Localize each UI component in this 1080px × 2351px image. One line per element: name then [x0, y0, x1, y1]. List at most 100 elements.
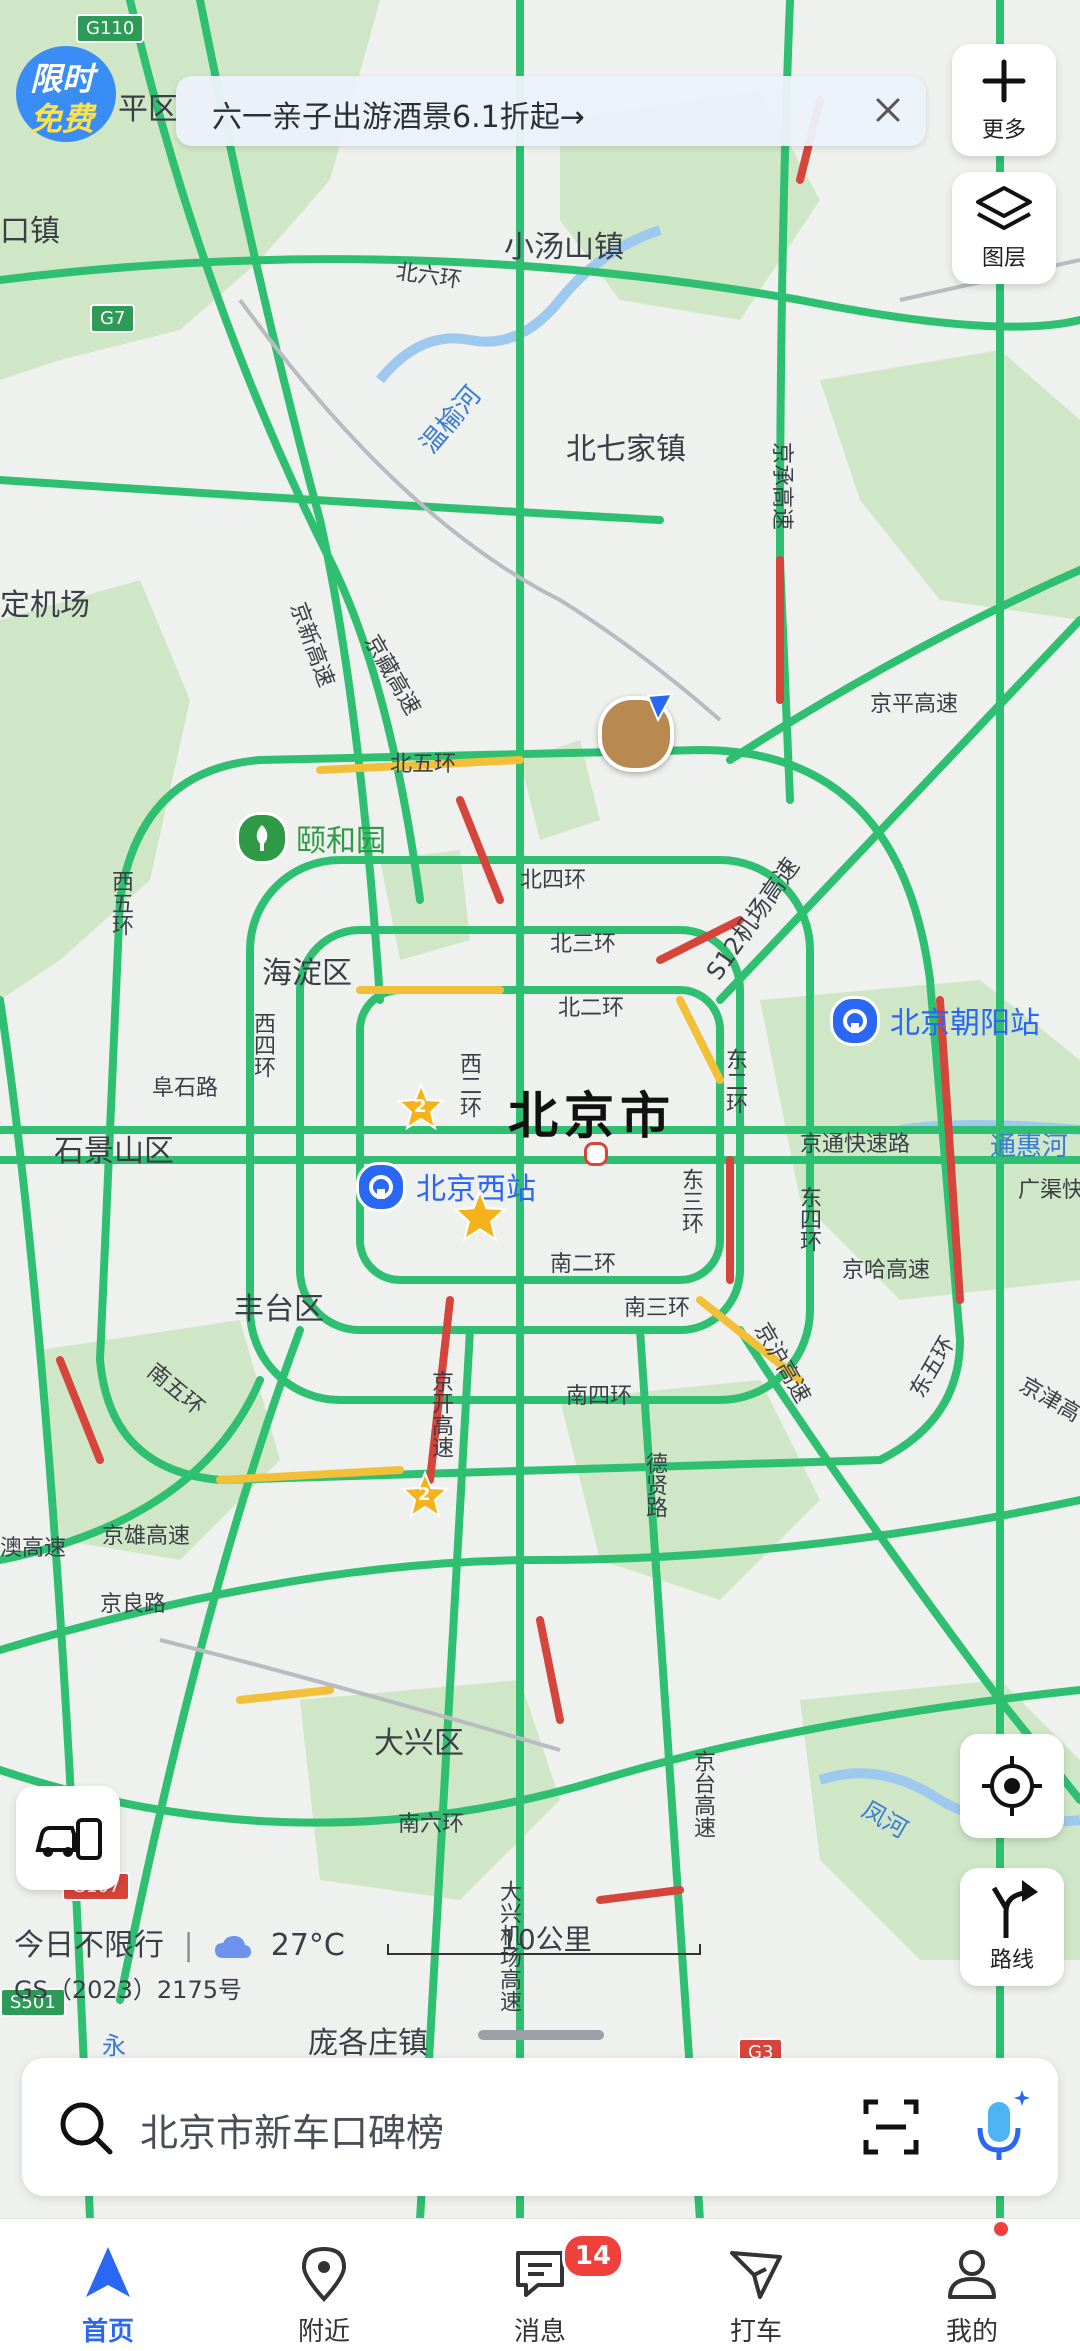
label-jingping: 京平高速	[870, 692, 959, 717]
more-label: 更多	[981, 118, 1026, 143]
label-dongsanhuan: 东三环	[678, 1168, 703, 1234]
layers-button[interactable]: 图层	[952, 172, 1056, 284]
xizhan-marker[interactable]	[356, 1162, 406, 1212]
tab-taxi-label: 打车	[729, 2317, 782, 2347]
tab-profile-label: 我的	[945, 2317, 998, 2347]
search-bar[interactable]: 北京市新车口碑榜	[22, 2058, 1058, 2196]
label-jingtai: 京台高速	[690, 1750, 715, 1838]
label-xisihuan: 西四环	[250, 1012, 275, 1078]
tab-nearby-label: 附近	[297, 2317, 350, 2347]
star-count: 2	[418, 1484, 431, 1505]
label-beisanhuan: 北三环	[550, 932, 617, 957]
label-beijingshi: 北京市	[508, 1087, 676, 1145]
label-xiwuhuan: 西五环	[108, 870, 133, 936]
voice-mic-icon[interactable]	[966, 2086, 1036, 2166]
plus-icon	[982, 59, 1026, 103]
label-xiaotangshan: 小汤山镇	[504, 230, 624, 265]
label-jingxiong: 京雄高速	[102, 1524, 191, 1549]
temperature-text: 27°C	[270, 1928, 345, 1963]
search-icon	[60, 2102, 113, 2155]
layers-label: 图层	[981, 246, 1026, 271]
label-jingcheng: 京承高速	[769, 441, 795, 531]
label-panggezhuang: 庞各庄镇	[308, 2026, 428, 2061]
label-beisihuan: 北四环	[520, 868, 587, 893]
label-fushilu: 阜石路	[152, 1076, 219, 1101]
city-center-marker	[584, 1142, 608, 1166]
chaoyang-station-marker[interactable]	[830, 996, 880, 1046]
tab-nearby[interactable]: 附近	[216, 2219, 432, 2351]
bottom-tab-bar: 首页 附近 消息 14 打车 我的	[0, 2218, 1080, 2351]
tab-home[interactable]: 首页	[0, 2219, 216, 2351]
label-guangqu: 广渠快	[1018, 1178, 1080, 1203]
label-jingha: 京哈高速	[842, 1258, 931, 1283]
car-phone-icon	[35, 1818, 102, 1860]
label-naneriuan: 南二环	[550, 1252, 617, 1277]
promo-badge[interactable]: 限时 免费	[14, 40, 118, 144]
star-marker-main[interactable]	[452, 1188, 508, 1244]
tab-messages-label: 消息	[513, 2317, 566, 2347]
label-beiqijia: 北七家镇	[566, 432, 686, 467]
label-nanliuhuan: 南六环	[398, 1812, 465, 1837]
star-marker-2[interactable]: 2	[400, 1470, 450, 1520]
star-count: 2	[414, 1096, 427, 1117]
star-icon	[452, 1188, 508, 1242]
user-icon	[948, 2250, 996, 2299]
label-dongsihuan: 东四环	[796, 1186, 821, 1252]
train-station-icon	[843, 1009, 867, 1033]
location-pin-icon	[301, 2246, 347, 2302]
banner-text: 六一亲子出游酒景6.1折起→	[212, 100, 585, 135]
yiheyuan-marker[interactable]	[236, 812, 288, 864]
status-line: 今日不限行 | 27°C	[14, 1920, 345, 1964]
label-shijingshan: 石景山区	[54, 1134, 174, 1169]
label-yiheyuan: 颐和园	[296, 824, 386, 859]
train-station-icon	[369, 1175, 393, 1199]
label-pingu: 平区	[118, 92, 178, 127]
label-dexian: 德贤路	[642, 1452, 667, 1518]
label-nansanhuan: 南三环	[624, 1296, 691, 1321]
tab-messages[interactable]: 消息 14	[432, 2219, 648, 2351]
label-dongerhuan: 东二环	[722, 1048, 747, 1114]
star-marker-1[interactable]: 2	[396, 1082, 446, 1132]
cloud-icon	[215, 1935, 252, 1958]
drag-handle[interactable]	[478, 2030, 604, 2040]
label-nansihuan: 南四环	[566, 1384, 633, 1409]
locate-icon	[982, 1756, 1042, 1816]
gs-number: GS（2023）2175号	[14, 1976, 242, 2004]
message-bubble-icon	[516, 2251, 564, 2297]
route-arrow-icon	[991, 1880, 1038, 1938]
tab-home-label: 首页	[81, 2317, 134, 2347]
tab-taxi[interactable]: 打车	[648, 2219, 864, 2351]
close-icon[interactable]	[864, 86, 912, 134]
label-beierhuan: 北二环	[558, 996, 625, 1021]
label-beiwuhuan: 北五环	[390, 752, 457, 777]
profile-notification-dot	[994, 2222, 1008, 2236]
label-fengtai: 丰台区	[234, 1292, 324, 1327]
label-tonghuihe: 通惠河	[990, 1132, 1069, 1162]
scan-icon[interactable]	[860, 2096, 922, 2158]
label-jingliang: 京良路	[100, 1592, 167, 1617]
scale-bar: 10公里	[386, 1918, 702, 1958]
navigation-arrow-icon	[86, 2247, 130, 2297]
tree-icon	[256, 825, 268, 851]
tab-profile[interactable]: 我的	[864, 2219, 1080, 2351]
heading-arrow-icon	[646, 692, 674, 722]
label-dingjichang: 定机场	[0, 588, 90, 623]
label-xierhuan: 西二环	[456, 1052, 481, 1118]
restriction-text: 今日不限行	[14, 1928, 164, 1963]
more-button[interactable]: 更多	[952, 44, 1056, 156]
status-divider: |	[183, 1928, 194, 1963]
shield-g110: G110	[76, 14, 145, 43]
label-daxing: 大兴区	[374, 1726, 464, 1761]
label-kouzhen: 口镇	[0, 214, 60, 249]
locate-button[interactable]	[960, 1734, 1064, 1838]
layers-icon	[976, 186, 1032, 230]
route-button[interactable]: 路线	[960, 1868, 1064, 1986]
shield-g7: G7	[90, 304, 136, 333]
label-jingtong: 京通快速路	[800, 1132, 911, 1157]
user-location-marker[interactable]	[598, 692, 674, 772]
scale-line	[387, 1944, 701, 1955]
search-input[interactable]: 北京市新车口碑榜	[140, 2102, 444, 2157]
unread-badge: 14	[562, 2233, 624, 2279]
promo-banner[interactable]: 六一亲子出游酒景6.1折起→	[176, 76, 926, 146]
drive-mode-button[interactable]	[16, 1786, 120, 1890]
